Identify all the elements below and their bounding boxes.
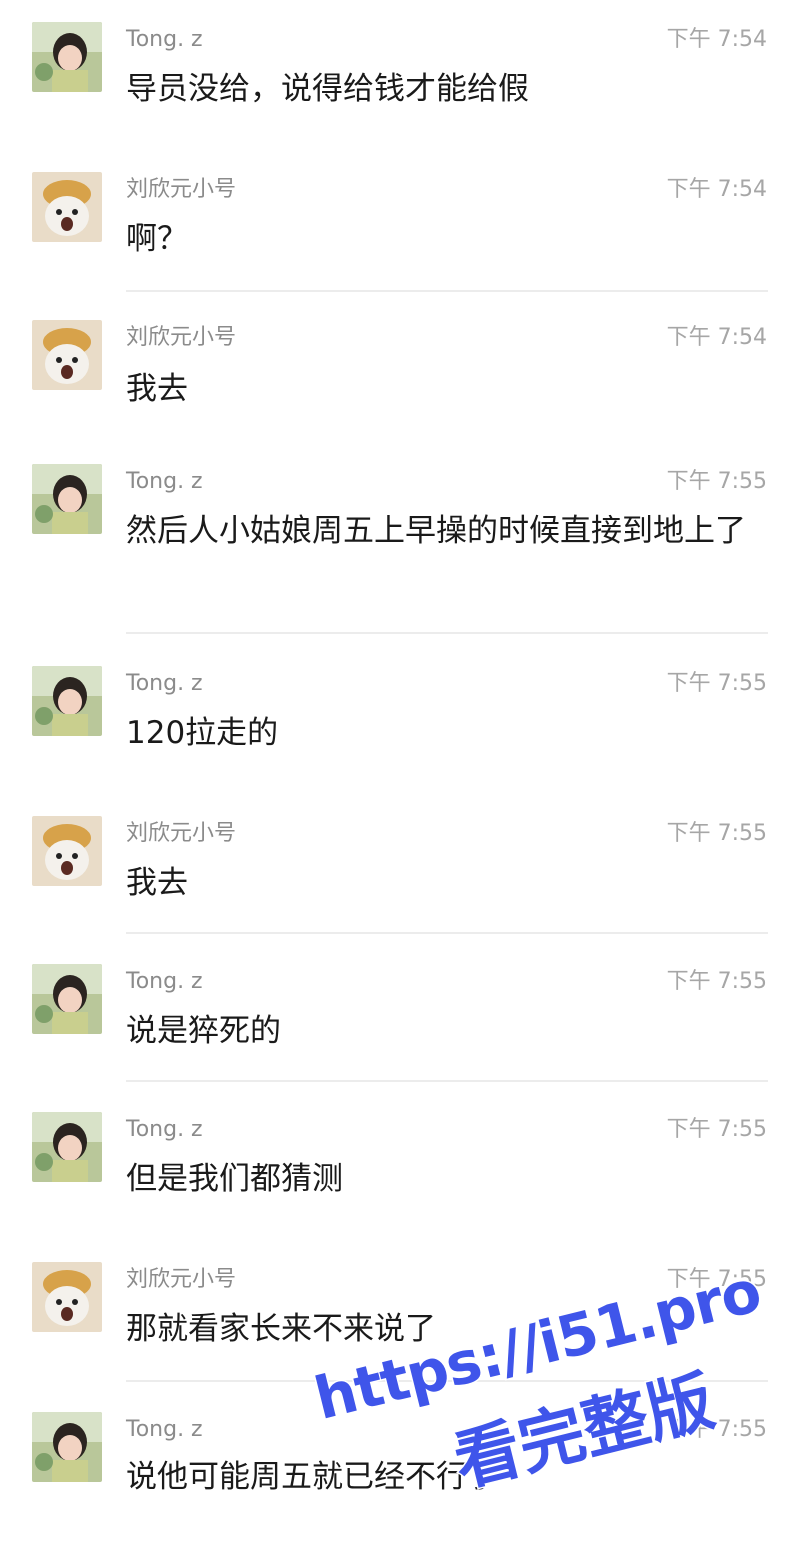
message-text: 导员没给，说得给钱才能给假 bbox=[126, 71, 529, 107]
message-item[interactable]: Tong. z 下午 7:55 但是我们都猜测 bbox=[0, 1082, 800, 1232]
girl-avatar-icon[interactable] bbox=[32, 1112, 102, 1182]
girl-avatar-icon[interactable] bbox=[32, 464, 102, 534]
message-time: 下午 7:54 bbox=[666, 27, 767, 52]
girl-avatar-icon[interactable] bbox=[32, 22, 102, 92]
sender-name: Tong. z bbox=[126, 1417, 203, 1442]
message-time: 下午 7:55 bbox=[666, 821, 767, 846]
message-time: 下午 7:55 bbox=[666, 671, 767, 696]
message-item[interactable]: Tong. z 下午 7:54 导员没给，说得给钱才能给假 bbox=[0, 0, 800, 150]
message-time: 下午 7:55 bbox=[666, 969, 767, 994]
message-text: 然后人小姑娘周五上早操的时候直接到地上了 bbox=[126, 513, 746, 549]
sender-name: Tong. z bbox=[126, 969, 203, 994]
message-item[interactable]: Tong. z 下午 7:55 120拉走的 bbox=[0, 634, 800, 784]
message-text: 说是猝死的 bbox=[126, 1013, 281, 1049]
message-item[interactable]: Tong. z 下午 7:55 说他可能周五就已经不行了 bbox=[0, 1382, 800, 1508]
message-text: 那就看家长来不来说了 bbox=[126, 1311, 436, 1347]
sender-name: 刘欣元小号 bbox=[126, 821, 237, 846]
message-text: 我去 bbox=[126, 865, 188, 901]
dog-avatar-icon[interactable] bbox=[32, 320, 102, 390]
message-item[interactable]: 刘欣元小号 下午 7:55 那就看家长来不来说了 bbox=[0, 1232, 800, 1382]
girl-avatar-icon[interactable] bbox=[32, 666, 102, 736]
message-time: 下午 7:55 bbox=[666, 1267, 767, 1292]
message-text: 啊？ bbox=[126, 221, 188, 257]
message-time: 下午 7:54 bbox=[666, 325, 767, 350]
girl-avatar-icon[interactable] bbox=[32, 964, 102, 1034]
message-item[interactable]: 刘欣元小号 下午 7:55 我去 bbox=[0, 784, 800, 934]
message-item[interactable]: Tong. z 下午 7:55 然后人小姑娘周五上早操的时候直接到地上了 bbox=[0, 442, 800, 634]
message-text: 我去 bbox=[126, 371, 188, 407]
sender-name: Tong. z bbox=[126, 27, 203, 52]
sender-name: Tong. z bbox=[126, 671, 203, 696]
dog-avatar-icon[interactable] bbox=[32, 172, 102, 242]
message-item[interactable]: 刘欣元小号 下午 7:54 啊？ bbox=[0, 150, 800, 292]
sender-name: Tong. z bbox=[126, 1117, 203, 1142]
message-item[interactable]: 刘欣元小号 下午 7:54 我去 bbox=[0, 292, 800, 442]
message-item[interactable]: Tong. z 下午 7:55 说是猝死的 bbox=[0, 934, 800, 1082]
chat-message-list: Tong. z 下午 7:54 导员没给，说得给钱才能给假 刘欣元小号 下午 7… bbox=[0, 0, 800, 1508]
message-time: 下午 7:54 bbox=[666, 177, 767, 202]
sender-name: 刘欣元小号 bbox=[126, 1267, 237, 1292]
message-text: 但是我们都猜测 bbox=[126, 1161, 343, 1197]
girl-avatar-icon[interactable] bbox=[32, 1412, 102, 1482]
sender-name: 刘欣元小号 bbox=[126, 325, 237, 350]
dog-avatar-icon[interactable] bbox=[32, 816, 102, 886]
sender-name: Tong. z bbox=[126, 469, 203, 494]
message-text: 说他可能周五就已经不行了 bbox=[126, 1459, 498, 1495]
message-time: 下午 7:55 bbox=[666, 1117, 767, 1142]
message-time: 下午 7:55 bbox=[666, 1417, 767, 1442]
sender-name: 刘欣元小号 bbox=[126, 177, 237, 202]
message-text: 120拉走的 bbox=[126, 715, 279, 751]
message-time: 下午 7:55 bbox=[666, 469, 767, 494]
dog-avatar-icon[interactable] bbox=[32, 1262, 102, 1332]
